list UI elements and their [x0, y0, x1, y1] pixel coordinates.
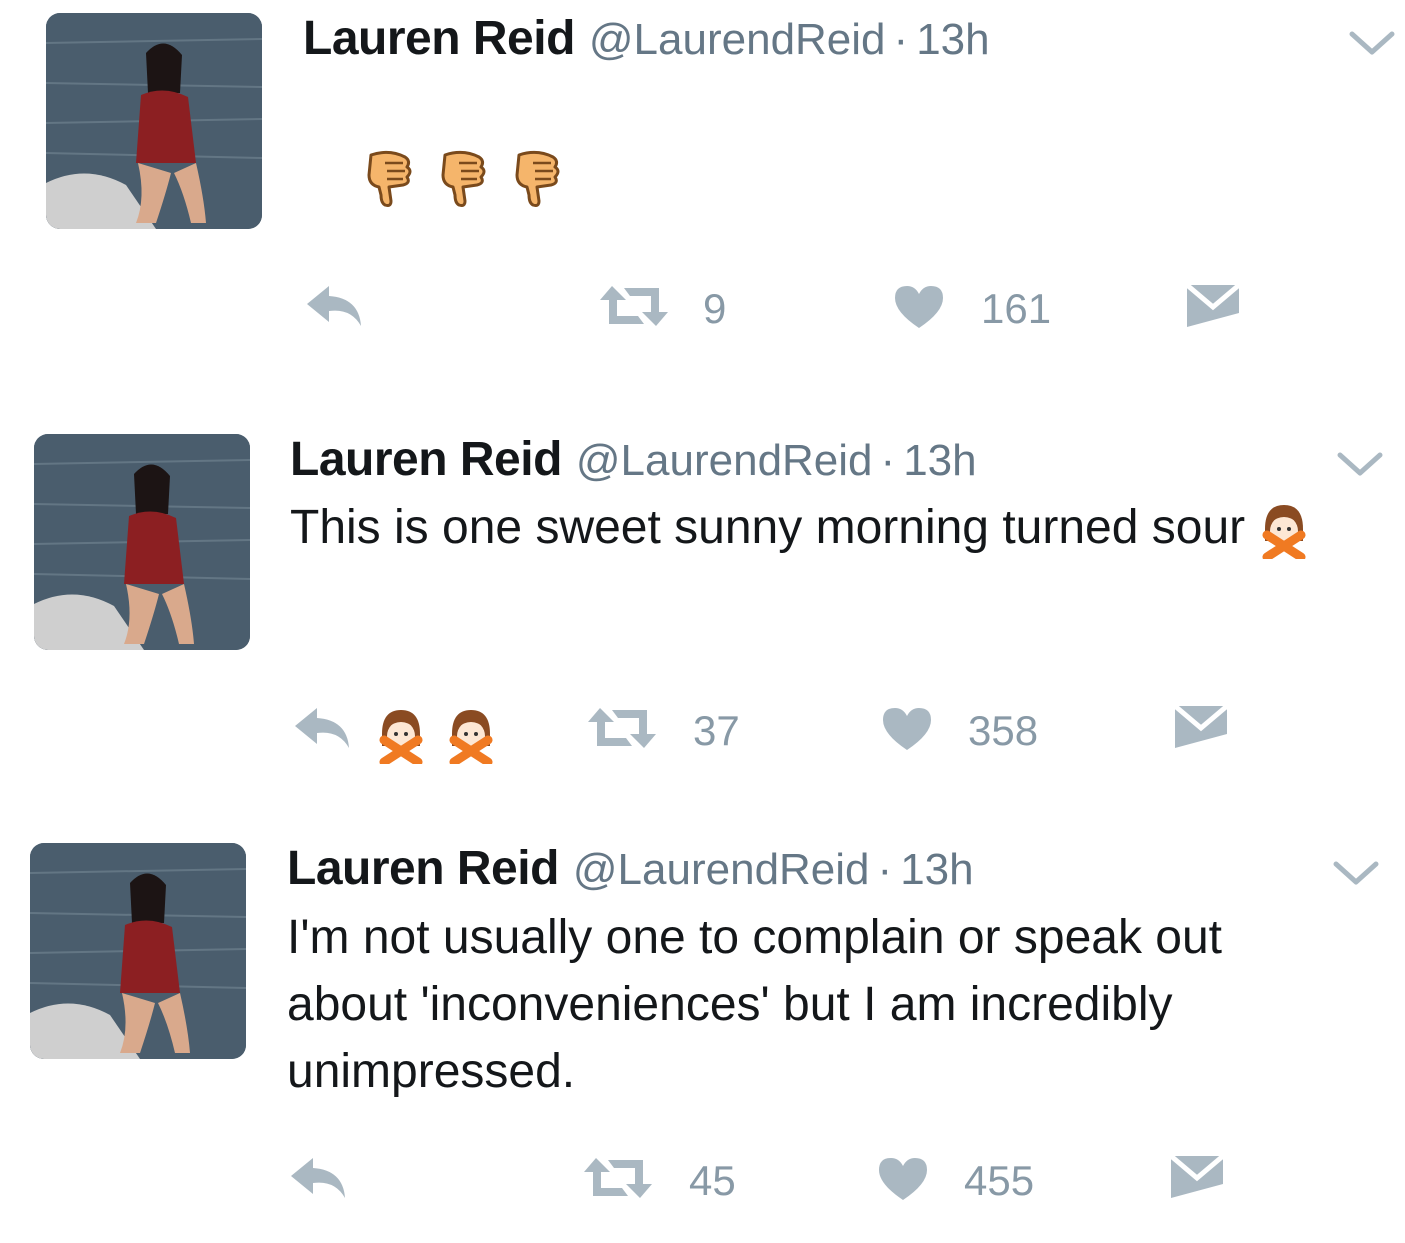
retweet-count: 37 — [693, 707, 740, 754]
avatar-photo — [46, 13, 262, 229]
reply-icon[interactable] — [293, 706, 353, 750]
retweet-icon[interactable] — [582, 1156, 654, 1200]
dm-icon[interactable] — [1173, 704, 1229, 750]
no-gesture-emoji — [379, 710, 423, 765]
tweet-text: I'm not usually one to complain or speak… — [287, 911, 1236, 1098]
tweet[interactable]: Lauren Reid @LaurendReid · 13h This is one … — [0, 380, 1405, 800]
retweet-count: 45 — [689, 1157, 736, 1204]
timestamp[interactable]: 13h — [916, 15, 989, 64]
separator: · — [893, 15, 909, 64]
avatar-photo — [34, 434, 250, 650]
like-icon[interactable] — [877, 1156, 929, 1202]
display-name[interactable]: Lauren Reid — [287, 842, 559, 895]
handle[interactable]: @LaurendReid — [576, 436, 873, 485]
tweet[interactable]: Lauren Reid @LaurendReid · 13h 9 161 — [0, 0, 1405, 380]
separator: · — [880, 436, 896, 485]
avatar[interactable] — [30, 843, 246, 1059]
no-gesture-emoji — [449, 710, 493, 765]
retweet-count: 9 — [703, 285, 727, 332]
like-icon[interactable] — [881, 706, 933, 752]
chevron-down-icon[interactable] — [1332, 858, 1380, 888]
dm-icon[interactable] — [1185, 283, 1241, 329]
reply-icon[interactable] — [289, 1156, 349, 1200]
avatar[interactable] — [46, 13, 262, 229]
like-count: 161 — [981, 285, 1052, 332]
like-count: 358 — [968, 707, 1039, 754]
tweet-text-content: This is one sweet sunny morning turned s… — [290, 501, 1246, 554]
timestamp[interactable]: 13h — [903, 436, 976, 485]
like-count: 455 — [964, 1157, 1035, 1204]
avatar-photo — [30, 843, 246, 1059]
thumbs-down-emoji — [367, 151, 412, 208]
display-name[interactable]: Lauren Reid — [290, 433, 562, 486]
tweet[interactable]: Lauren Reid @LaurendReid · 13h I'm not usua… — [0, 800, 1405, 1243]
thumbs-down-emoji — [515, 151, 560, 208]
retweet-icon[interactable] — [598, 284, 670, 328]
handle[interactable]: @LaurendReid — [589, 15, 886, 64]
avatar[interactable] — [34, 434, 250, 650]
retweet-icon[interactable] — [586, 706, 658, 750]
tweet-text — [310, 76, 563, 277]
handle[interactable]: @LaurendReid — [573, 845, 870, 894]
chevron-down-icon[interactable] — [1336, 449, 1384, 479]
thumbs-down-emoji — [441, 151, 486, 208]
separator: · — [877, 845, 893, 894]
like-icon[interactable] — [893, 284, 945, 330]
timestamp[interactable]: 13h — [900, 845, 973, 894]
display-name[interactable]: Lauren Reid — [303, 12, 575, 65]
reply-icon[interactable] — [305, 284, 365, 328]
chevron-down-icon[interactable] — [1348, 28, 1396, 58]
dm-icon[interactable] — [1169, 1154, 1225, 1200]
no-gesture-emoji — [1262, 505, 1305, 560]
